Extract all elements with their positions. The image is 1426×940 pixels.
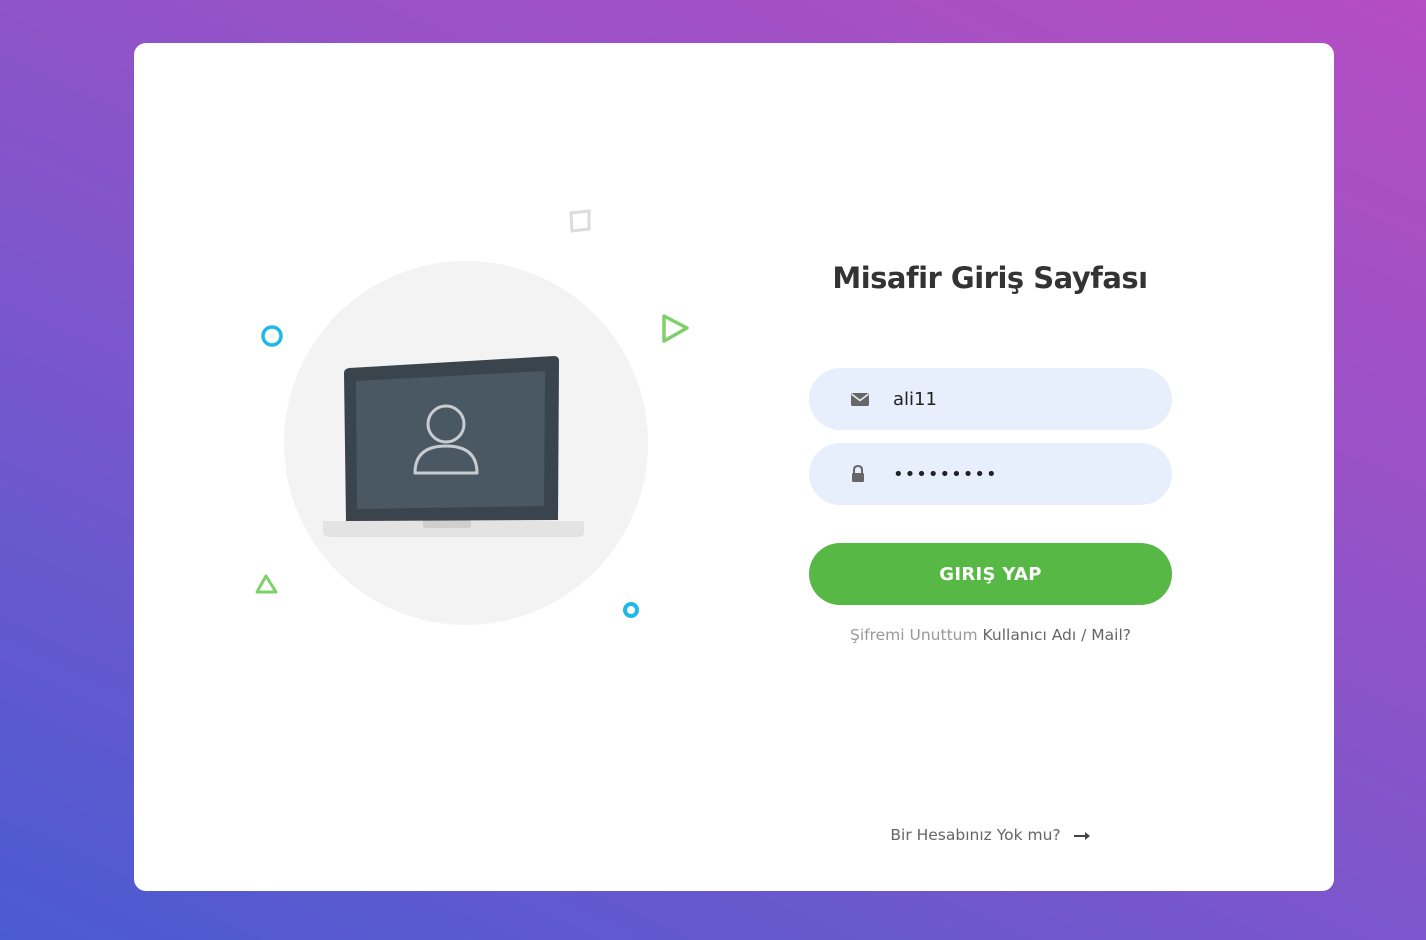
- arrow-right-icon: [1073, 831, 1090, 840]
- laptop-screen-frame: [344, 356, 559, 521]
- user-body-icon: [413, 444, 479, 475]
- decor-triangle-up-icon: [255, 574, 278, 594]
- page-title: Misafir Giriş Sayfası: [832, 261, 1148, 295]
- envelope-icon: [851, 393, 869, 406]
- login-card: Misafir Giriş Sayfası GIRIŞ YAP Şifremi …: [134, 43, 1334, 891]
- laptop-screen: [356, 371, 545, 509]
- password-input[interactable]: [893, 443, 1153, 505]
- illustration-background-circle: [284, 261, 648, 625]
- signup-link[interactable]: Bir Hesabınız Yok mu?: [809, 826, 1172, 844]
- forgot-password-prefix: Şifremi Unuttum: [850, 626, 978, 644]
- decor-square-icon: [569, 209, 591, 233]
- forgot-password-row: Şifremi Unuttum Kullanıcı Adı / Mail?: [809, 626, 1172, 644]
- email-field-wrapper[interactable]: [809, 368, 1172, 430]
- login-button[interactable]: GIRIŞ YAP: [809, 543, 1172, 605]
- signup-label: Bir Hesabınız Yok mu?: [890, 826, 1061, 844]
- password-field-wrapper[interactable]: [809, 443, 1172, 505]
- email-input[interactable]: [893, 368, 1153, 430]
- laptop-hinge: [423, 520, 471, 528]
- forgot-credentials-link[interactable]: Kullanıcı Adı / Mail?: [983, 626, 1131, 644]
- laptop-user-illustration: [255, 209, 689, 625]
- laptop-base: [323, 521, 584, 537]
- user-head-icon: [426, 404, 466, 444]
- decor-ring-icon: [261, 325, 283, 347]
- decor-triangle-right-icon: [662, 314, 689, 343]
- lock-icon: [852, 464, 864, 482]
- decor-dot-ring-icon: [623, 602, 639, 618]
